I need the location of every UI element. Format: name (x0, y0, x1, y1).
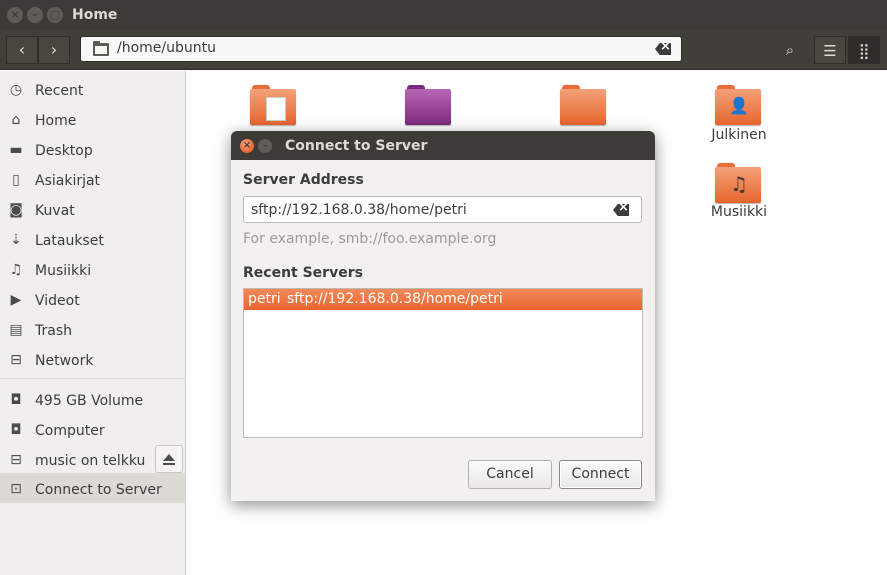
sidebar-item-computer[interactable]: ◘ Computer (0, 414, 185, 444)
sidebar-item-label: Lataukset (35, 233, 104, 249)
dialog-titlebar: × – Connect to Server (231, 131, 655, 160)
file-label[interactable]: Julkinen (689, 127, 789, 143)
sidebar-item-connect-to-server[interactable]: ⊡ Connect to Server (0, 473, 185, 503)
sidebar-item-kuvat[interactable]: ◙ Kuvat (0, 194, 185, 224)
music-folder-icon[interactable]: ♫ (715, 163, 761, 203)
clear-icon[interactable] (613, 204, 629, 216)
connect-to-server-dialog: × – Connect to Server Server Address sft… (231, 131, 655, 501)
forward-icon: › (50, 40, 58, 59)
sidebar-item-trash[interactable]: ▤ Trash (0, 314, 185, 344)
sidebar-item-label: 495 GB Volume (35, 393, 144, 409)
toolbar: ‹ › /home/ubuntu ⌕ ☰ ⣿ (0, 30, 887, 70)
sidebar-item-label: Recent (35, 83, 84, 99)
server-address-label: Server Address (243, 172, 364, 188)
sidebar-separator (0, 378, 185, 379)
sidebar-item-label: Connect to Server (35, 482, 162, 498)
file-label[interactable]: Musiikki (689, 204, 789, 220)
sidebar-item-asiakirjat[interactable]: ▯ Asiakirjat (0, 164, 185, 194)
music-icon: ♫ (9, 262, 23, 278)
recent-server-name: petri (248, 291, 281, 307)
recent-server-uri: sftp://192.168.0.38/home/petri (287, 291, 503, 307)
folder-icon[interactable] (560, 85, 606, 125)
server-address-input[interactable]: sftp://192.168.0.38/home/petri (243, 196, 642, 223)
window-minimize-button[interactable]: – (27, 7, 43, 23)
sidebar-item-videot[interactable]: ▶ Videot (0, 284, 185, 314)
home-icon: ⌂ (11, 112, 21, 128)
list-icon: ☰ (823, 42, 837, 60)
sidebar-item-label: music on telkku (35, 453, 146, 469)
folder-icon[interactable] (405, 85, 451, 125)
public-folder-icon[interactable]: 👤 (715, 85, 761, 125)
grid-view-button[interactable]: ⣿ (848, 36, 880, 64)
recent-servers-list[interactable]: petri sftp://192.168.0.38/home/petri (243, 288, 643, 438)
computer-icon: ◘ (10, 422, 22, 438)
dialog-minimize-button[interactable]: – (258, 139, 272, 153)
cancel-button[interactable]: Cancel (468, 460, 552, 489)
server-address-hint: For example, smb://foo.example.org (243, 231, 497, 247)
sidebar-item-recent[interactable]: ◷ Recent (0, 74, 185, 104)
back-icon: ‹ (18, 40, 26, 59)
sidebar-item-music-on-telkku[interactable]: ⊟ music on telkku (0, 444, 185, 474)
sidebar-item-label: Computer (35, 423, 105, 439)
sidebar-item-network[interactable]: ⊟ Network (0, 344, 185, 374)
document-icon: ▯ (12, 172, 20, 188)
folder-icon: ▬ (9, 142, 23, 158)
sidebar-item-label: Home (35, 113, 77, 129)
sidebar-item-label: Trash (35, 323, 72, 339)
window-title: Home (72, 7, 118, 23)
window-maximize-button[interactable]: □ (47, 7, 63, 23)
forward-button[interactable]: › (38, 36, 70, 64)
download-icon: ⇣ (10, 232, 22, 248)
dialog-close-button[interactable]: × (240, 139, 254, 153)
sidebar-item-label: Videot (35, 293, 80, 309)
dialog-title: Connect to Server (285, 138, 428, 154)
folder-icon (93, 41, 109, 56)
video-icon: ▶ (10, 292, 22, 308)
sidebar-item-lataukset[interactable]: ⇣ Lataukset (0, 224, 185, 254)
window-titlebar: × – □ Home (0, 0, 887, 30)
list-view-button[interactable]: ☰ (814, 36, 846, 64)
sidebar-item-label: Kuvat (35, 203, 75, 219)
sidebar-item-label: Desktop (35, 143, 93, 159)
search-icon: ⌕ (785, 41, 795, 59)
sidebar-item-label: Musiikki (35, 263, 92, 279)
person-icon: 👤 (729, 96, 749, 115)
window-close-button[interactable]: × (7, 7, 23, 23)
back-button[interactable]: ‹ (6, 36, 38, 64)
trash-icon: ▤ (9, 322, 23, 338)
camera-icon: ◙ (9, 202, 23, 218)
sidebar-item-label: Network (35, 353, 94, 369)
search-button[interactable]: ⌕ (774, 36, 806, 64)
list-item[interactable]: petri sftp://192.168.0.38/home/petri (244, 289, 642, 310)
sidebar: ◷ Recent ⌂ Home ▬ Desktop ▯ Asiakirjat ◙… (0, 71, 186, 575)
grid-icon: ⣿ (858, 42, 870, 60)
location-path: /home/ubuntu (117, 40, 216, 56)
clear-icon[interactable] (655, 43, 671, 55)
connect-button[interactable]: Connect (559, 460, 642, 489)
clock-icon: ◷ (9, 82, 23, 98)
music-note-icon: ♫ (730, 172, 748, 196)
sidebar-item-desktop[interactable]: ▬ Desktop (0, 134, 185, 164)
sidebar-item-label: Asiakirjat (35, 173, 101, 189)
recent-servers-label: Recent Servers (243, 265, 363, 281)
folder-icon[interactable] (250, 85, 296, 125)
sidebar-item-495gb-volume[interactable]: ◘ 495 GB Volume (0, 384, 185, 414)
sidebar-item-musiikki[interactable]: ♫ Musiikki (0, 254, 185, 284)
network-share-icon: ⊟ (10, 452, 22, 468)
server-address-value: sftp://192.168.0.38/home/petri (251, 202, 467, 218)
drive-icon: ◘ (10, 392, 22, 408)
location-bar[interactable]: /home/ubuntu (80, 36, 682, 62)
sidebar-item-home[interactable]: ⌂ Home (0, 104, 185, 134)
eject-button[interactable] (155, 445, 183, 473)
network-icon: ⊟ (10, 352, 22, 368)
server-icon: ⊡ (10, 481, 22, 497)
